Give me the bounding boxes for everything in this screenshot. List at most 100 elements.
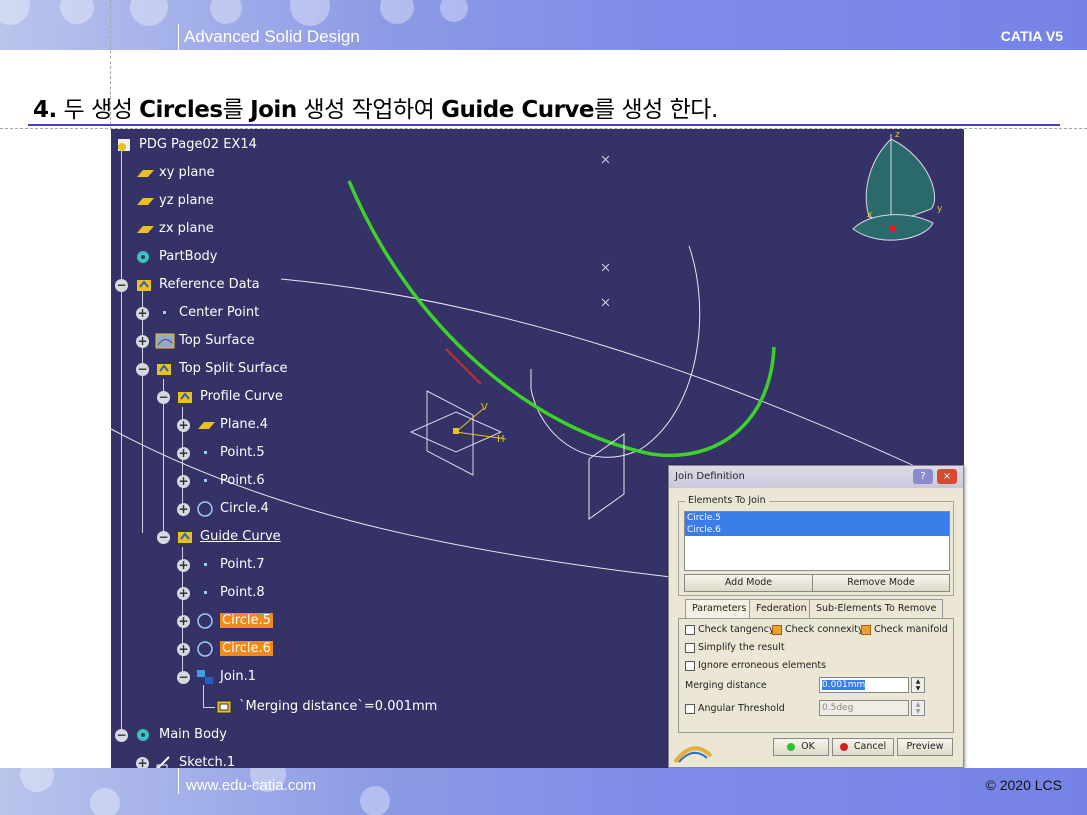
expand-toggle[interactable]: + [177,559,190,572]
checkbox[interactable] [685,703,695,714]
checkbox[interactable] [861,624,871,635]
tree-item-plane-4[interactable]: Plane.4 [196,415,268,435]
checkbox[interactable] [772,624,782,635]
checkbox[interactable] [685,660,695,671]
collapse-toggle[interactable]: − [157,391,170,404]
join-icon [196,669,216,685]
point-markers[interactable] [601,155,610,307]
check-connexity-row[interactable]: Check connexity [772,624,864,635]
tree-item-top-split-surface[interactable]: Top Split Surface [155,359,288,379]
merging-distance-field[interactable]: 0.001mm [819,677,909,693]
tree-item-point-5[interactable]: Point.5 [196,443,265,463]
banner-decoration [60,0,94,24]
tab-sub-elements[interactable]: Sub-Elements To Remove [809,599,944,618]
footer-banner: www.edu-catia.com © 2020 LCS [0,768,1087,815]
tree-item-partbody[interactable]: PartBody [135,247,217,267]
preview-button[interactable]: Preview [897,738,953,756]
angular-spinner[interactable]: ▲ ▼ [911,700,925,716]
ignore-row[interactable]: Ignore erroneous elements [685,660,826,671]
tree-item-guide-curve[interactable]: Guide Curve [176,527,281,547]
tree-connector [203,685,204,707]
simplify-row[interactable]: Simplify the result [685,642,785,653]
header-banner: Advanced Solid Design CATIA V5 [0,0,1087,50]
title-text: 생성 작업하여 [296,97,442,123]
tree-item-label: Reference Data [159,277,260,292]
expand-toggle[interactable]: + [177,587,190,600]
join-definition-dialog[interactable]: Join Definition ? × Elements To Join Cir… [668,465,964,768]
footer-url[interactable]: www.edu-catia.com [186,777,316,794]
expand-toggle[interactable]: + [177,475,190,488]
tree-item-merging-distance[interactable]: `Merging distance`=0.001mm [215,697,437,717]
tree-item-root[interactable]: PDG Page02 EX14 [115,135,257,155]
geoset-icon [176,389,196,405]
ignore-label: Ignore erroneous elements [698,660,827,671]
cancel-icon [839,742,848,751]
cancel-button[interactable]: Cancel [832,738,894,756]
banner-divider [178,24,179,50]
expand-toggle[interactable]: + [136,757,149,768]
elements-list[interactable]: Circle.5 Circle.6 [684,511,950,571]
expand-toggle[interactable]: + [177,615,190,628]
page-title: 4. 두 생성 Circles를 Join 생성 작업하여 Guide Curv… [33,90,718,124]
expand-toggle[interactable]: + [177,447,190,460]
tree-item-point-8[interactable]: Point.8 [196,583,265,603]
list-item[interactable]: Circle.5 [685,512,949,524]
collapse-toggle[interactable]: − [136,363,149,376]
collapse-toggle[interactable]: − [115,729,128,742]
close-button[interactable]: × [937,469,957,484]
collapse-toggle[interactable]: − [177,671,190,684]
expand-toggle[interactable]: + [177,419,190,432]
tree-item-yz-plane[interactable]: yz plane [135,191,214,211]
merging-spinner[interactable]: ▲ ▼ [911,677,925,693]
tree-item-point-6[interactable]: Point.6 [196,471,265,491]
collapse-toggle[interactable]: − [115,279,128,292]
parameter-icon [215,699,235,715]
profile-circle[interactable] [530,245,701,458]
banner-decoration [380,0,414,24]
tree-item-sketch-1[interactable]: Sketch.1 [155,753,235,768]
footer-copyright: © 2020 LCS [985,777,1062,793]
tree-item-main-body[interactable]: Main Body [135,725,227,745]
angular-threshold-row[interactable]: Angular Threshold [685,703,785,714]
help-button[interactable]: ? [913,469,933,484]
tree-item-top-surface[interactable]: Top Surface [155,331,255,351]
tree-item-join-1[interactable]: Join.1 [196,667,256,687]
list-item[interactable]: Circle.6 [685,524,949,536]
expand-toggle[interactable]: + [136,307,149,320]
expand-toggle[interactable]: + [177,643,190,656]
compass-widget[interactable] [852,134,936,241]
tree-item-circle-4[interactable]: Circle.4 [196,499,269,519]
banner-decoration [440,0,468,22]
tree-item-zx-plane[interactable]: zx plane [135,219,214,239]
tree-item-label: zx plane [159,221,214,236]
angular-threshold-field[interactable]: 0.5deg [819,700,909,716]
circle-icon [196,500,216,517]
checkbox[interactable] [685,642,695,653]
tree-item-circle-5[interactable]: Circle.5 [196,611,273,631]
tree-item-reference-data[interactable]: Reference Data [135,275,260,295]
collapse-toggle[interactable]: − [157,531,170,544]
tab-parameters[interactable]: Parameters [685,599,754,618]
checkbox[interactable] [685,624,695,635]
point-icon [196,585,216,601]
body-icon [135,249,155,265]
check-tangency-row[interactable]: Check tangency [685,624,775,635]
ok-button[interactable]: OK [773,738,829,756]
dialog-titlebar[interactable]: Join Definition ? × [669,466,963,488]
tree-item-center-point[interactable]: Center Point [155,303,259,323]
check-manifold-row[interactable]: Check manifold [861,624,948,635]
add-mode-button[interactable]: Add Mode [684,574,813,592]
tree-item-profile-curve[interactable]: Profile Curve [176,387,283,407]
tree-item-label: Circle.6 [220,641,273,656]
tree-item-point-7[interactable]: Point.7 [196,555,265,575]
sketch-icon [155,755,175,768]
expand-toggle[interactable]: + [136,335,149,348]
tree-item-circle-6[interactable]: Circle.6 [196,639,273,659]
ok-label: OK [801,741,815,752]
expand-toggle[interactable]: + [177,503,190,516]
tree-item-xy-plane[interactable]: xy plane [135,163,215,183]
remove-mode-button[interactable]: Remove Mode [812,574,950,592]
specification-tree[interactable]: PDG Page02 EX14 xy plane yz plane zx pla… [111,129,511,768]
tab-federation[interactable]: Federation [749,599,814,618]
plane-icon [135,193,155,209]
